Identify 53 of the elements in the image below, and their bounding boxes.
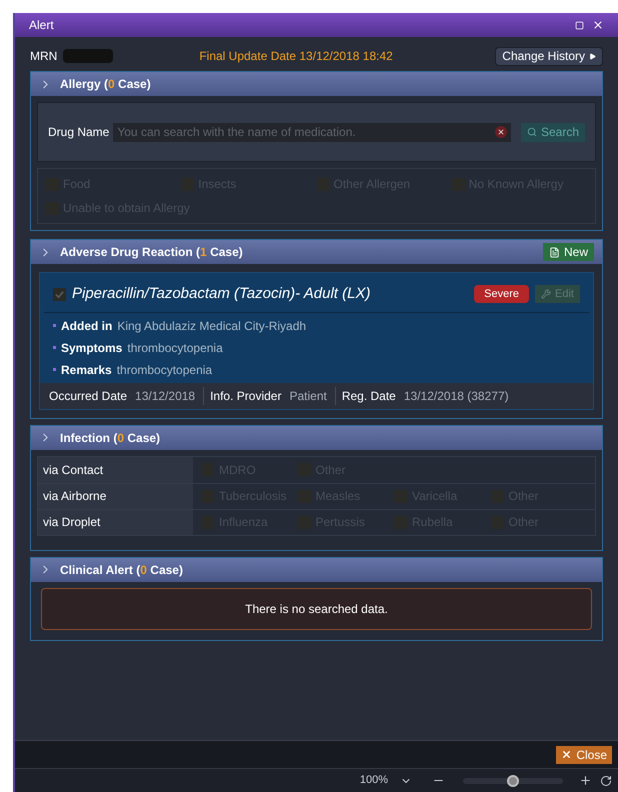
detail-value: King Abdulaziz Medical City-Riyadh	[117, 318, 306, 334]
section-header[interactable]: Allergy (0 Case)	[31, 72, 602, 96]
close-icon	[561, 749, 572, 760]
footer-value: 13/12/2018 (38277)	[404, 388, 509, 404]
checkbox[interactable]	[53, 288, 66, 301]
maximize-icon[interactable]	[575, 20, 584, 30]
slider-thumb[interactable]	[507, 774, 519, 786]
mrn-label: MRN	[30, 48, 58, 65]
detail-value: thrombocytopenia	[116, 362, 212, 378]
zoom-in-icon[interactable]	[579, 774, 592, 787]
route-cell: via Contact	[38, 456, 193, 482]
close-button[interactable]: Close	[556, 746, 612, 764]
bullet-icon	[53, 324, 56, 327]
section-title: Clinical Alert (0 Case)	[60, 562, 183, 578]
footer-value: Patient	[289, 388, 327, 404]
bullet-icon	[53, 346, 56, 349]
drug-name-label: Drug Name	[48, 124, 110, 141]
footer-label: Reg. Date	[342, 388, 396, 404]
section-title: Infection (0 Case)	[60, 430, 160, 446]
redacted-mark	[63, 49, 114, 63]
section-header[interactable]: Infection (0 Case)	[31, 426, 602, 450]
window-title: Alert	[29, 17, 54, 34]
section-title: Allergy (0 Case)	[60, 76, 151, 93]
empty-message: There is no searched data.	[245, 600, 388, 618]
detail-label: Symptoms	[61, 340, 122, 356]
wrench-icon	[541, 289, 552, 300]
footer-value: 13/12/2018	[135, 388, 196, 404]
checkmark-icon	[55, 290, 64, 299]
footer-label: Info. Provider	[210, 388, 282, 404]
route-cell: via Airborne	[38, 484, 193, 508]
play-icon	[589, 52, 596, 60]
bullet-icon	[53, 368, 56, 371]
detail-label: Remarks	[61, 362, 112, 378]
section-title: Adverse Drug Reaction (1 Case)	[60, 244, 243, 261]
close-icon[interactable]	[592, 19, 604, 31]
new-button[interactable]: New	[542, 243, 594, 261]
drug-search-field[interactable]: You can search with the name of medication.	[113, 122, 511, 142]
search-icon	[526, 127, 537, 137]
severity-badge: Severe	[474, 285, 530, 304]
drug-name: Piperacillin/Tazobactam (Tazocin)- Adult (LX)	[72, 284, 370, 304]
section-header[interactable]: Clinical Alert (0 Case)	[31, 558, 602, 582]
section-header[interactable]: Adverse Drug Reaction (1 Case) New	[31, 240, 602, 264]
document-icon	[548, 246, 560, 258]
route-cell: via Droplet	[38, 510, 193, 534]
footer-label: Occurred Date	[49, 388, 128, 404]
reset-icon[interactable]	[600, 774, 612, 786]
zoom-level: 100%	[360, 773, 388, 788]
detail-value: thrombocytopenia	[127, 340, 223, 356]
final-update-date: Final Update Date 13/12/2018 18:42	[199, 48, 393, 65]
search-button[interactable]: Search	[520, 122, 585, 142]
change-history-button[interactable]: Change History	[495, 46, 603, 66]
zoom-slider[interactable]	[463, 778, 563, 784]
detail-label: Added in	[61, 318, 112, 334]
